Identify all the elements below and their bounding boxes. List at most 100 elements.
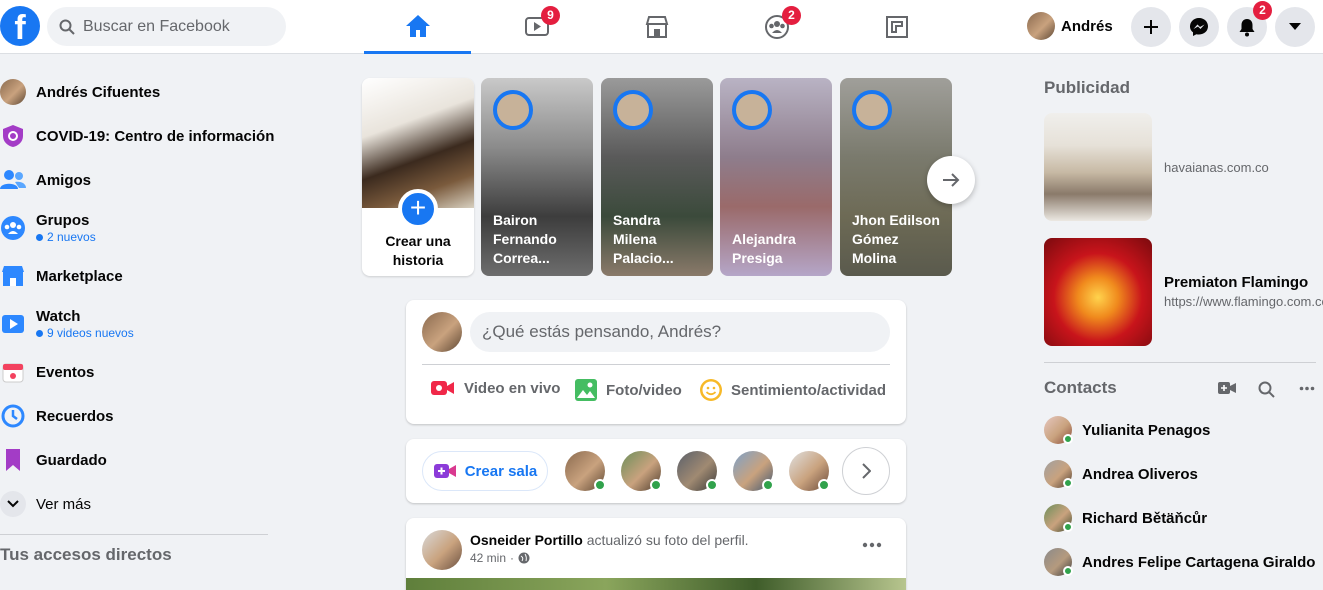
sidebar-item-label: Guardado	[36, 451, 107, 469]
chevron-down-icon	[0, 491, 26, 517]
marketplace-icon	[0, 263, 26, 289]
contact-name: Andres Felipe Cartagena Giraldo	[1082, 553, 1316, 571]
left-sidebar: Andrés Cifuentes COVID-19: Centro de inf…	[0, 70, 280, 565]
online-dot	[1063, 566, 1073, 576]
online-dot	[1063, 434, 1073, 444]
post-header: Osneider Portillo actualizó su foto del …	[470, 532, 749, 548]
chevron-right-icon	[862, 463, 871, 479]
avatar	[0, 79, 26, 105]
facebook-logo[interactable]: f	[0, 6, 40, 47]
sidebar-item-watch[interactable]: Watch 9 videos nuevos	[0, 298, 280, 350]
watch-badge: 9	[541, 6, 560, 25]
marketplace-icon	[645, 16, 668, 38]
sidebar-item-profile[interactable]: Andrés Cifuentes	[0, 70, 280, 114]
sidebar-item-events[interactable]: Eventos	[0, 350, 280, 394]
friends-icon	[0, 167, 26, 193]
search-icon[interactable]	[1258, 381, 1275, 398]
composer-input[interactable]: ¿Qué estás pensando, Andrés?	[470, 312, 890, 352]
online-dot	[594, 479, 606, 491]
ad-item[interactable]: havaianas.com.co	[1044, 113, 1314, 221]
sidebar-item-see-more[interactable]: Ver más	[0, 482, 280, 526]
avatar	[1027, 12, 1055, 40]
feed-post: Osneider Portillo actualizó su foto del …	[406, 518, 906, 590]
tab-home[interactable]	[364, 0, 471, 54]
feeling-activity-label: Sentimiento/actividad	[731, 381, 887, 399]
create-room-button[interactable]: Crear sala	[422, 451, 548, 491]
sidebar-item-groups[interactable]: Grupos 2 nuevos	[0, 202, 280, 254]
search-input[interactable]	[83, 17, 263, 36]
create-button[interactable]	[1131, 7, 1171, 47]
post-action: actualizó su foto del perfil.	[586, 532, 749, 548]
story-avatar	[732, 90, 772, 130]
sidebar-item-label: Recuerdos	[36, 407, 114, 425]
new-room-icon[interactable]	[1218, 381, 1236, 395]
sidebar-item-friends[interactable]: Amigos	[0, 158, 280, 202]
post-author[interactable]: Osneider Portillo	[470, 532, 583, 548]
profile-chip[interactable]: Andrés	[1027, 10, 1113, 42]
tab-gaming[interactable]	[843, 0, 950, 54]
online-dot	[818, 479, 830, 491]
create-room-label: Crear sala	[464, 462, 538, 480]
room-contact[interactable]	[565, 451, 606, 491]
sidebar-item-marketplace[interactable]: Marketplace	[0, 254, 280, 298]
story-name: Sandra Milena Palacio...	[613, 212, 674, 266]
online-dot	[650, 479, 662, 491]
story-avatar	[852, 90, 892, 130]
messenger-button[interactable]	[1179, 7, 1219, 47]
home-icon	[405, 14, 430, 37]
sidebar-item-label: COVID-19: Centro de información	[36, 127, 275, 145]
bell-icon	[1239, 19, 1255, 37]
contact-item[interactable]: Andrea Oliveros	[1044, 460, 1198, 488]
composer-divider	[422, 364, 890, 365]
ad-item[interactable]: Premiaton Flamingo https://www.flamingo.c…	[1044, 238, 1323, 346]
contact-item[interactable]: Richard Bětäňcůr	[1044, 504, 1207, 532]
sidebar-item-covid[interactable]: COVID-19: Centro de información	[0, 114, 280, 158]
sidebar-item-memories[interactable]: Recuerdos	[0, 394, 280, 438]
online-dot	[762, 479, 774, 491]
more-options-icon[interactable]	[862, 542, 882, 548]
live-video-button[interactable]: Video en vivo	[430, 378, 560, 398]
room-contact[interactable]	[733, 451, 774, 491]
caret-down-icon	[1289, 23, 1301, 30]
story-card[interactable]: Bairon Fernando Correa...	[481, 78, 593, 276]
rooms-next-button[interactable]	[842, 447, 890, 495]
live-video-label: Video en vivo	[464, 379, 561, 397]
stories-next-button[interactable]	[927, 156, 975, 204]
post-photo[interactable]	[406, 578, 906, 590]
ad-url: havaianas.com.co	[1164, 159, 1269, 175]
notifications-button[interactable]: 2	[1227, 1, 1272, 47]
photo-video-button[interactable]: Foto/video	[574, 378, 682, 402]
tab-groups[interactable]: 2	[723, 0, 830, 54]
contact-name: Yulianita Penagos	[1082, 421, 1211, 439]
contact-item[interactable]: Andres Felipe Cartagena Giraldo	[1044, 548, 1315, 576]
plus-icon	[1144, 20, 1158, 34]
room-contact[interactable]	[621, 451, 662, 491]
contact-item[interactable]: Yulianita Penagos	[1044, 416, 1210, 444]
create-story-card[interactable]: + Crear una historia	[362, 78, 474, 276]
ad-url: https://www.flamingo.com.co/	[1164, 294, 1323, 309]
avatar[interactable]	[422, 530, 462, 570]
top-navigation-bar: f 9 2 Andrés 2	[0, 0, 1323, 54]
contact-name: Andrea Oliveros	[1082, 465, 1198, 483]
post-time[interactable]: 42 min	[470, 551, 506, 565]
live-video-icon	[431, 381, 454, 395]
sidebar-divider	[0, 534, 268, 535]
story-card[interactable]: Alejandra Presiga	[720, 78, 832, 276]
search-box[interactable]	[47, 7, 286, 46]
memories-icon	[0, 403, 26, 429]
account-menu-button[interactable]	[1275, 7, 1315, 47]
room-contact[interactable]	[677, 451, 718, 491]
covid-shield-icon	[0, 123, 26, 149]
gaming-icon	[885, 16, 908, 38]
room-contact[interactable]	[789, 451, 830, 491]
sidebar-item-saved[interactable]: Guardado	[0, 438, 280, 482]
more-options-icon[interactable]	[1299, 386, 1315, 391]
contact-name: Richard Bětäňcůr	[1082, 509, 1208, 527]
ad-info: Premiaton Flamingo https://www.flamingo.c…	[1164, 274, 1323, 310]
tab-marketplace[interactable]	[603, 0, 710, 54]
avatar	[422, 312, 462, 352]
story-card[interactable]: Sandra Milena Palacio...	[601, 78, 713, 276]
search-icon	[59, 19, 75, 35]
tab-watch[interactable]: 9	[483, 0, 590, 54]
feeling-activity-button[interactable]: Sentimiento/actividad	[699, 378, 886, 402]
